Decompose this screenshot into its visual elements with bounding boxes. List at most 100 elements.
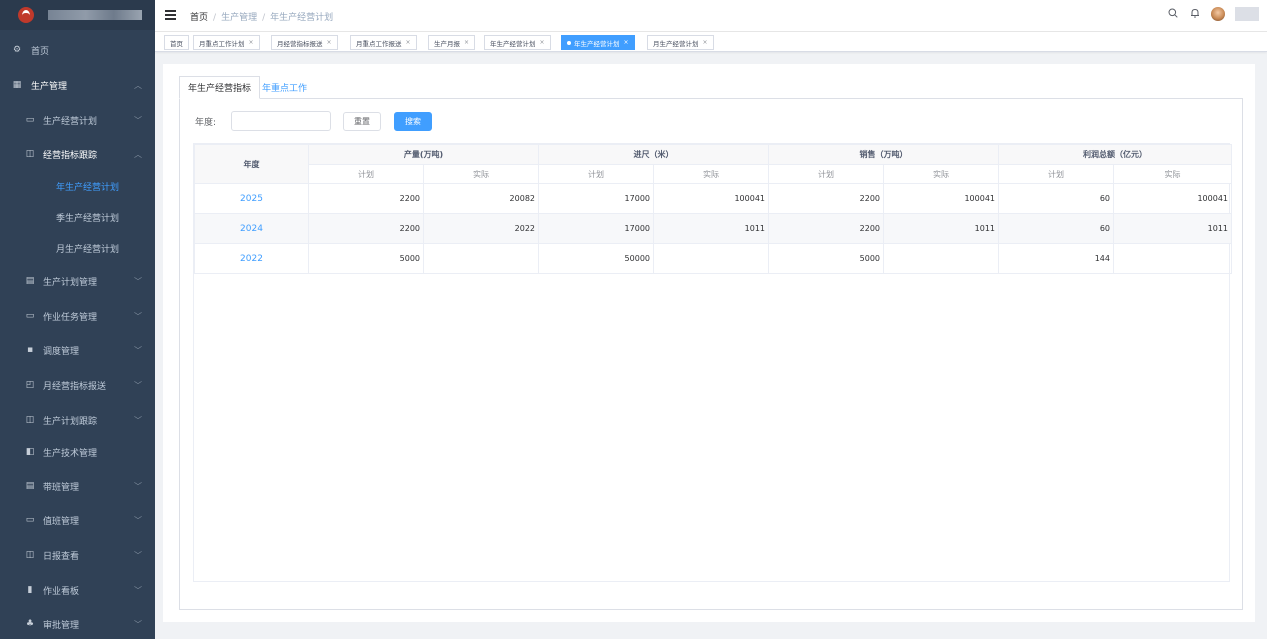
tag-annual-plan-active[interactable]: 年生产经营计划 × [561, 35, 635, 50]
tree-icon: ♣ [25, 619, 35, 629]
sidebar-item-work-board[interactable]: ▮ 作业看板 ﹀ [0, 575, 155, 605]
table-cell: 1011 [1113, 213, 1232, 244]
top-navbar: 首页 / 生产管理 / 年生产经营计划 [155, 0, 1267, 32]
sidebar-item-label: 季生产经营计划 [56, 213, 120, 224]
app-name-blurred [48, 10, 142, 20]
user-name-blurred[interactable] [1235, 7, 1259, 21]
column-header-actual: 实际 [883, 164, 999, 184]
table-cell [883, 243, 999, 274]
sidebar-item-duty-mgmt[interactable]: ▭ 值班管理 ﹀ [0, 505, 155, 535]
close-icon[interactable]: × [540, 39, 545, 46]
sidebar-item-monthly-indicator-report[interactable]: ◰ 月经营指标报送 ﹀ [0, 370, 155, 400]
tag-monthly-plan[interactable]: 月生产经营计划 × [647, 35, 714, 50]
list-icon: ▤ [25, 481, 35, 491]
close-icon[interactable]: × [327, 39, 332, 46]
sidebar-item-tech-mgmt[interactable]: ◧ 生产技术管理 [0, 437, 155, 467]
table-cell: 100041 [653, 183, 769, 214]
year-input[interactable] [231, 111, 331, 131]
column-header-profit: 利润总额（亿元） [998, 144, 1232, 165]
breadcrumb-level2: 年生产经营计划 [270, 13, 334, 23]
column-header-actual: 实际 [1113, 164, 1232, 184]
sidebar-item-label: 生产计划跟踪 [43, 416, 98, 427]
close-icon[interactable]: × [406, 39, 411, 46]
grid-icon: ▦ [12, 80, 22, 90]
tab-panel: 年度: 重置 搜索 年度 产量(万吨) 进尺（米） 销售（万吨） 利润总额（亿元… [179, 98, 1243, 610]
chevron-down-icon: ﹀ [134, 345, 142, 355]
bell-icon[interactable] [1189, 8, 1201, 20]
close-icon[interactable]: × [624, 39, 629, 46]
search-form: 年度: 重置 搜索 [195, 111, 432, 131]
column-header-footage: 进尺（米） [538, 144, 769, 165]
chevron-down-icon: ﹀ [134, 585, 142, 595]
tabs: 年生产经营指标 年重点工作 年度: 重置 搜索 年度 产量(万吨) 进尺（米） … [179, 76, 1243, 610]
sidebar-item-label: 日报查看 [43, 551, 80, 562]
column-header-plan: 计划 [768, 164, 884, 184]
close-icon[interactable]: × [464, 39, 469, 46]
table-cell: 2200 [308, 183, 424, 214]
sidebar-item-dispatch-mgmt[interactable]: ▪ 调度管理 ﹀ [0, 335, 155, 365]
sidebar-item-shift-lead-mgmt[interactable]: ▤ 带班管理 ﹀ [0, 471, 155, 501]
tag-monthly-indicator-report[interactable]: 月经营指标报送 × [271, 35, 338, 50]
monitor-icon: ▭ [25, 515, 35, 525]
tag-monthly-key-work-report[interactable]: 月重点工作报送 × [350, 35, 417, 50]
document-icon: ◧ [25, 447, 35, 457]
breadcrumb-home[interactable]: 首页 [190, 13, 208, 23]
main-card: 年生产经营指标 年重点工作 年度: 重置 搜索 年度 产量(万吨) 进尺（米） … [163, 64, 1255, 622]
monitor-icon: ▭ [25, 115, 35, 125]
tab-annual-indicators[interactable]: 年生产经营指标 [179, 76, 261, 99]
sidebar-item-label: 值班管理 [43, 516, 80, 527]
sidebar-item-home[interactable]: ⚙ 首页 [0, 35, 155, 65]
book-icon: ◫ [25, 149, 35, 159]
hamburger-icon[interactable] [165, 10, 176, 21]
close-icon[interactable]: × [703, 39, 708, 46]
year-link[interactable]: 2024 [194, 213, 309, 244]
breadcrumb-level1: 生产管理 [221, 13, 258, 23]
sidebar-item-label: 生产技术管理 [43, 448, 98, 459]
header-actions [1167, 7, 1259, 21]
sidebar-item-label: 月生产经营计划 [56, 244, 120, 255]
year-link[interactable]: 2022 [194, 243, 309, 274]
table-cell: 5000 [308, 243, 424, 274]
close-icon[interactable]: × [249, 39, 254, 46]
sidebar-item-label: 带班管理 [43, 482, 80, 493]
chevron-down-icon: ﹀ [134, 311, 142, 321]
column-header-output: 产量(万吨) [308, 144, 539, 165]
table-cell: 2200 [308, 213, 424, 244]
tag-home[interactable]: 首页 [164, 35, 189, 50]
sidebar-item-production-plan-mgmt[interactable]: ▤ 生产计划管理 ﹀ [0, 266, 155, 296]
table-icon: ▤ [25, 276, 35, 286]
column-header-plan: 计划 [998, 164, 1114, 184]
sidebar-item-production-plan[interactable]: ▭ 生产经营计划 ﹀ [0, 105, 155, 135]
tab-annual-key-work[interactable]: 年重点工作 [254, 76, 315, 99]
sidebar-item-plan-tracking[interactable]: ◫ 生产计划跟踪 ﹀ [0, 405, 155, 435]
chevron-down-icon: ﹀ [134, 481, 142, 491]
tag-production-monthly[interactable]: 生产月报 × [428, 35, 476, 50]
column-header-actual: 实际 [653, 164, 769, 184]
reset-button[interactable]: 重置 [343, 111, 381, 131]
chevron-down-icon: ﹀ [134, 415, 142, 425]
table-cell: 60 [998, 213, 1114, 244]
sidebar-item-indicator-tracking[interactable]: ◫ 经营指标跟踪 ︿ [0, 139, 155, 169]
year-link[interactable]: 2025 [194, 183, 309, 214]
tag-annual-plan[interactable]: 年生产经营计划 × [484, 35, 551, 50]
table-cell: 2200 [768, 183, 884, 214]
sidebar-item-annual-plan[interactable]: 年生产经营计划 [0, 171, 155, 201]
book-icon: ◫ [25, 550, 35, 560]
sidebar-item-monthly-plan[interactable]: 月生产经营计划 [0, 233, 155, 263]
sidebar-item-production-mgmt[interactable]: ▦ 生产管理 ︿ [0, 70, 155, 100]
sidebar-item-quarterly-plan[interactable]: 季生产经营计划 [0, 202, 155, 232]
tags-view: 首页 月重点工作计划 × 月经营指标报送 × 月重点工作报送 × 生产月报 × 年生产经… [155, 32, 1267, 52]
sidebar-item-label: 生产计划管理 [43, 277, 98, 288]
sidebar-item-task-mgmt[interactable]: ▭ 作业任务管理 ﹀ [0, 301, 155, 331]
search-icon[interactable] [1167, 8, 1179, 20]
search-button[interactable]: 搜索 [394, 111, 432, 131]
sidebar-item-label: 首页 [31, 46, 50, 57]
sidebar-item-label: 调度管理 [43, 346, 80, 357]
breadcrumb: 首页 / 生产管理 / 年生产经营计划 [190, 13, 334, 23]
avatar[interactable] [1211, 7, 1225, 21]
sidebar-item-daily-report[interactable]: ◫ 日报查看 ﹀ [0, 540, 155, 570]
table-row: 2022 5000 50000 5000 144 [194, 243, 1232, 274]
sidebar-item-approval-mgmt[interactable]: ♣ 审批管理 ﹀ [0, 609, 155, 639]
column-header-sales: 销售（万吨） [768, 144, 999, 165]
tag-monthly-key-work-plan[interactable]: 月重点工作计划 × [193, 35, 260, 50]
